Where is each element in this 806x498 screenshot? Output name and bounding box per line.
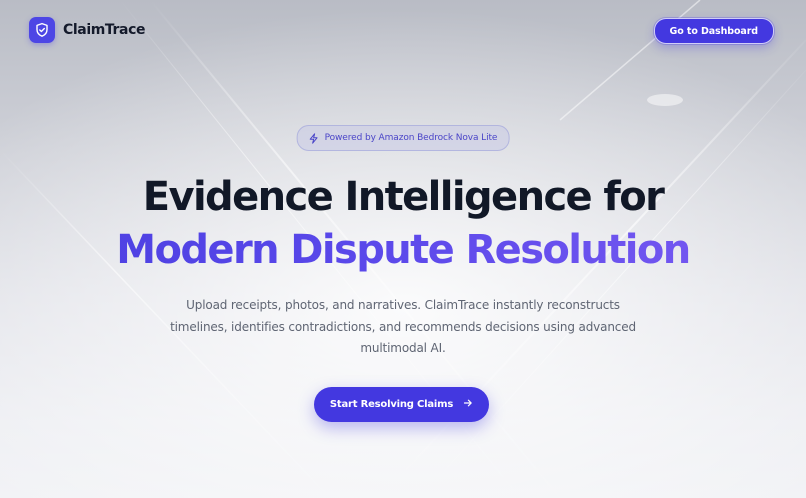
shield-check-icon — [29, 17, 55, 43]
lightning-bolt-icon — [309, 129, 319, 148]
start-resolving-claims-button[interactable]: Start Resolving Claims — [314, 387, 489, 422]
brand-name: ClaimTrace — [63, 22, 146, 38]
badge-text: Powered by Amazon Bedrock Nova Lite — [324, 133, 498, 143]
powered-by-badge: Powered by Amazon Bedrock Nova Lite — [296, 125, 510, 151]
cta-label: Start Resolving Claims — [329, 399, 454, 410]
subtitle-line: Upload receipts, photos, and narratives.… — [186, 298, 620, 312]
subtitle-line: multimodal AI. — [360, 341, 446, 355]
headline-gradient: Modern Dispute Resolution — [0, 226, 806, 274]
headline-primary: Evidence Intelligence for — [142, 174, 665, 220]
arrow-right-icon — [463, 398, 473, 411]
hero-subtitle: Upload receipts, photos, and narratives.… — [0, 295, 806, 360]
go-to-dashboard-button[interactable]: Go to Dashboard — [653, 18, 774, 44]
brand-logo[interactable]: ClaimTrace — [29, 17, 145, 43]
subtitle-line: timelines, identifies contradictions, an… — [170, 319, 636, 334]
